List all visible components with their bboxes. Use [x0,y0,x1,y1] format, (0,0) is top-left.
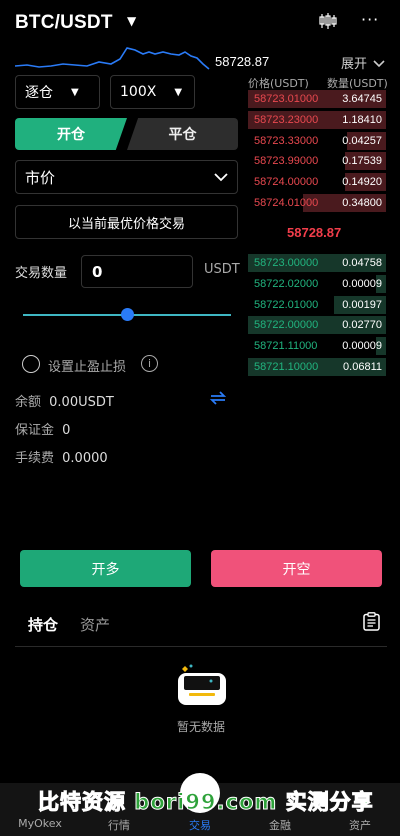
margin-label: 保证金 [15,423,55,438]
margin-mode-select[interactable]: 逐仓 ▼ [15,75,100,109]
orderbook-qty: 1.18410 [342,113,382,126]
orderbook-price: 58724.01000 [254,197,319,209]
empty-state-text: 暂无数据 [177,720,226,734]
leverage-value: 100X [120,84,157,100]
watermark-overlay: 比特资源 bori99.com 实测分享 [38,790,374,815]
tab-assets[interactable]: 资产 [80,614,110,635]
orderbook-price: 58723.33000 [254,134,319,147]
orderbook-qty: 0.14920 [342,176,382,189]
transfer-icon[interactable] [208,389,228,411]
leverage-select[interactable]: 100X ▼ [110,75,195,109]
fee-label: 手续费 [15,451,55,466]
caret-down-icon: ▼ [174,86,183,98]
candlestick-chart-icon[interactable] [319,12,337,34]
caret-down-icon: ▼ [71,86,79,98]
orderbook-qty: 0.00009 [342,277,382,290]
orderbook-ask-row[interactable]: 58724.00000 0.14920 [248,172,386,192]
margin-row: 保证金 0 [15,419,70,438]
nav-item-market[interactable]: 行情 [89,817,149,833]
orderbook-bid-row[interactable]: 58722.01000 0.00197 [248,295,386,315]
pair-title[interactable]: BTC/USDT [15,12,113,34]
orderbook-price: 58723.23000 [254,113,319,126]
pair-dropdown-caret-icon[interactable]: ▼ [127,14,136,28]
tpsl-label: 设置止盈止损 [48,360,127,375]
orderbook-price: 58724.00000 [254,176,319,189]
best-price-button[interactable]: 以当前最优价格交易 [15,205,238,239]
orderbook-bid-row[interactable]: 58722.00000 0.02770 [248,315,386,335]
quantity-label: 交易数量 [15,266,68,281]
orderbook-bid-row[interactable]: 58723.00000 0.04758 [248,253,386,273]
orderbook-price: 58722.01000 [254,298,319,311]
orderbook-ask-row[interactable]: 58723.23000 1.18410 [248,110,386,130]
tpsl-checkbox[interactable] [22,355,40,373]
quantity-unit: USDT [204,262,240,277]
orderbook-qty: 0.00197 [342,298,382,311]
order-history-icon[interactable] [363,612,380,635]
quantity-slider-handle[interactable] [120,308,134,321]
orderbook-bid-row[interactable]: 58721.10000 0.06811 [248,357,386,377]
nav-item-finance[interactable]: 金融 [250,817,310,833]
expand-chart-button[interactable]: 展开 [341,53,385,72]
orderbook-price: 58723.99000 [254,155,319,168]
nav-item-trade[interactable]: 交易 [170,817,230,833]
fee-value: 0.0000 [62,451,108,466]
balance-row: 余额 0.00USDT [15,391,114,410]
open-short-button[interactable]: 开空 [211,550,382,587]
orderbook-qty: 0.04257 [342,134,382,147]
orderbook-qty: 0.17539 [342,155,382,168]
balance-value: 0.00USDT [49,395,114,410]
margin-mode-value: 逐仓 [25,85,53,101]
open-long-button[interactable]: 开多 [20,550,191,587]
orderbook-price: 58723.00000 [254,257,319,269]
orderbook-ask-row[interactable]: 58723.99000 0.17539 [248,151,386,171]
orderbook-qty: 0.00009 [342,340,382,353]
quantity-input[interactable]: 0 [81,255,193,288]
orderbook-price: 58721.11000 [254,340,318,353]
orderbook-price: 58723.01000 [254,93,319,105]
margin-value: 0 [62,423,71,438]
orderbook-qty: 0.06811 [343,361,382,373]
orderbook-price: 58722.00000 [254,319,319,332]
fee-row: 手续费 0.0000 [15,447,108,466]
tabs-divider [15,646,387,647]
orderbook-price: 58722.02000 [254,277,319,290]
nav-item-myokex[interactable]: MyOkex [10,817,70,830]
orderbook-qty: 0.34800 [342,197,382,209]
mini-chart-price: 58728.87 [215,54,270,69]
expand-label: 展开 [341,57,368,72]
orderbook-qty: 3.64745 [342,93,382,105]
mini-price-chart [15,47,210,70]
chevron-down-icon [373,60,385,68]
orderbook-ask-row[interactable]: 58724.01000 0.34800 [248,193,386,213]
orderbook-bid-row[interactable]: 58721.11000 0.00009 [248,336,386,356]
tab-close-position[interactable]: 平仓 [127,118,238,150]
more-dots-icon[interactable]: ··· [361,10,379,29]
nav-item-assets[interactable]: 资产 [330,817,390,833]
chevron-down-icon [214,172,228,181]
balance-label: 余额 [15,395,42,410]
order-type-value: 市价 [25,168,56,187]
orderbook-bid-row[interactable]: 58722.02000 0.00009 [248,274,386,294]
info-icon[interactable]: i [141,355,158,372]
empty-box-icon [175,663,229,711]
orderbook-mid-price: 58728.87 [287,225,342,240]
orderbook-ask-row[interactable]: 58723.33000 0.04257 [248,131,386,151]
orderbook-qty: 0.02770 [342,319,382,332]
orderbook-ask-row[interactable]: 58723.01000 3.64745 [248,89,386,109]
orderbook-qty: 0.04758 [342,257,382,269]
order-type-select[interactable]: 市价 [15,160,238,194]
tab-holdings[interactable]: 持仓 [28,614,58,635]
tab-open-position[interactable]: 开仓 [15,118,127,150]
orderbook-price: 58721.10000 [254,361,319,373]
